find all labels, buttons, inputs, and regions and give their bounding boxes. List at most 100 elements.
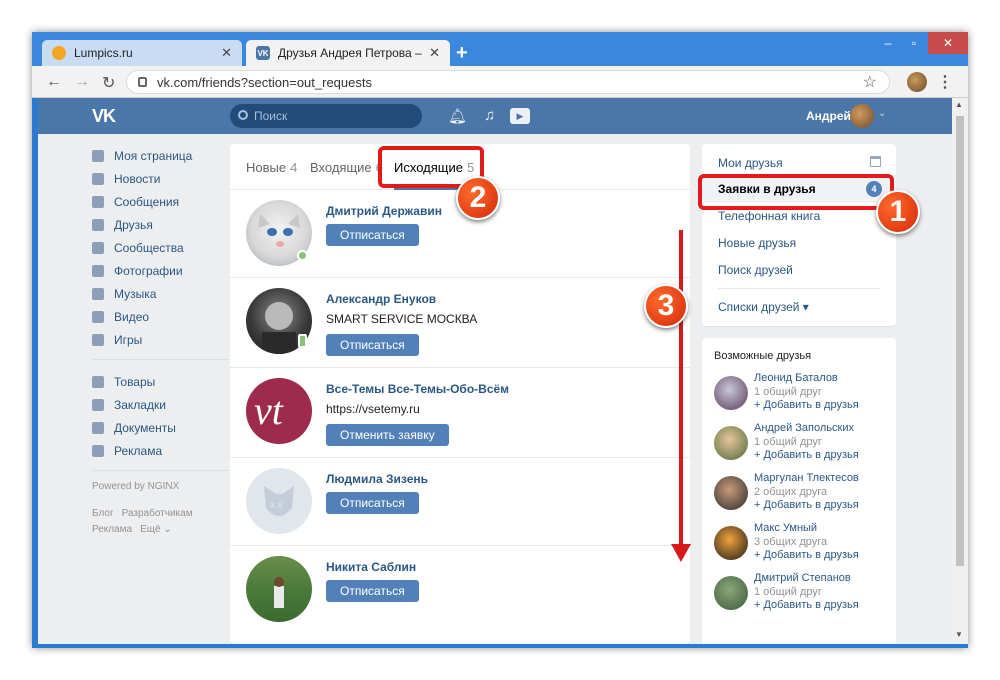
friend-name[interactable]: Дмитрий Державин	[326, 204, 442, 218]
highlight-box-requests-menu	[698, 174, 894, 210]
vk-logo[interactable]: VK	[92, 106, 116, 127]
avatar[interactable]	[714, 476, 748, 510]
footer-link-ads[interactable]: Реклама	[92, 524, 132, 535]
sidebar-item-label: Закладки	[114, 397, 166, 412]
sidebar-item-label: Сообщения	[114, 194, 180, 209]
forward-arrow-icon[interactable]: →	[74, 73, 90, 91]
avatar[interactable]	[714, 376, 748, 410]
maximize-button[interactable]: ▫	[900, 32, 928, 54]
browser-window: Lumpics.ru ✕ VK Друзья Андрея Петрова – …	[32, 32, 968, 648]
avatar[interactable]	[246, 556, 312, 622]
unsubscribe-button[interactable]: Отписаться	[326, 334, 419, 356]
scroll-down-arrow	[679, 230, 683, 548]
sidebar-item-label: Музыка	[114, 286, 157, 301]
menu-friend-lists[interactable]: Списки друзей ▾	[718, 300, 809, 314]
new-tab-button[interactable]: +	[456, 42, 468, 65]
tab-label: Входящие	[310, 160, 372, 175]
footer-link-developers[interactable]: Разработчикам	[122, 508, 193, 519]
back-arrow-icon[interactable]: ←	[46, 73, 62, 91]
tab-count: 4	[290, 160, 298, 175]
tab-label: Новые	[246, 160, 287, 175]
tab-vk-friends[interactable]: VK Друзья Андрея Петрова – 5 заяв ✕	[246, 40, 450, 66]
step-2-marker: 2	[456, 176, 500, 220]
camera-icon	[92, 264, 104, 277]
list-item: Никита Саблин Отписаться	[230, 546, 690, 634]
browser-menu-icon[interactable]: ⋮	[937, 72, 953, 92]
music-icon[interactable]: ♫	[484, 107, 495, 124]
sidebar-item-label: Новости	[114, 171, 161, 186]
menu-find-friends[interactable]: Поиск друзей	[718, 263, 793, 277]
add-friend-link[interactable]: + Добавить в друзья	[754, 599, 859, 611]
friend-name[interactable]: Александр Енуков	[326, 292, 436, 306]
add-friend-link[interactable]: + Добавить в друзья	[754, 549, 859, 561]
reload-icon[interactable]: ↻	[102, 73, 115, 93]
mutual-friends: 1 общий друг	[754, 386, 822, 398]
tab-close-icon[interactable]: ✕	[221, 45, 232, 61]
deactivated-dog-icon: x x	[264, 486, 294, 516]
friends-icon	[92, 218, 104, 231]
lumpics-favicon-icon	[52, 46, 66, 60]
video-play-icon[interactable]: ▶	[510, 108, 530, 124]
add-friend-link[interactable]: + Добавить в друзья	[754, 399, 859, 411]
user-name[interactable]: Андрей	[806, 109, 851, 123]
unsubscribe-button[interactable]: Отписаться	[326, 224, 419, 246]
menu-phonebook[interactable]: Телефонная книга	[718, 209, 820, 223]
footer-link-more[interactable]: Ещё ⌄	[140, 524, 172, 535]
tab-incoming[interactable]: Входящие 6	[310, 160, 383, 175]
mobile-status-icon	[298, 334, 307, 348]
avatar[interactable]	[714, 526, 748, 560]
calendar-icon[interactable]	[870, 156, 881, 167]
scroll-up-icon[interactable]: ▲	[955, 100, 963, 109]
minimize-button[interactable]: –	[874, 32, 902, 54]
address-bar-row: ← → ↻ vk.com/friends?section=out_request…	[32, 66, 968, 98]
menu-my-friends[interactable]: Мои друзья	[718, 156, 783, 170]
add-friend-link[interactable]: + Добавить в друзья	[754, 449, 859, 461]
footer-link-blog[interactable]: Блог	[92, 508, 114, 519]
possible-friend-name[interactable]: Макс Умный	[754, 522, 817, 534]
tab-lumpics[interactable]: Lumpics.ru ✕	[42, 40, 242, 66]
add-friend-link[interactable]: + Добавить в друзья	[754, 499, 859, 511]
scroll-down-icon[interactable]: ▼	[955, 630, 963, 639]
sidebar-item-label: Видео	[114, 309, 150, 324]
sidebar-item-label: Игры	[114, 332, 143, 347]
possible-friend-item: Андрей Запольских 1 общий друг + Добавит…	[714, 422, 894, 468]
tab-new[interactable]: Новые 4	[246, 160, 297, 175]
bookmark-star-icon[interactable]: ☆	[863, 72, 877, 92]
browser-profile-avatar[interactable]	[907, 72, 927, 92]
unsubscribe-button[interactable]: Отписаться	[326, 580, 419, 602]
friend-subtitle[interactable]: https://vsetemy.ru	[326, 402, 420, 416]
avatar[interactable]: vt	[246, 378, 312, 444]
tab-close-icon[interactable]: ✕	[429, 45, 440, 61]
possible-friend-name[interactable]: Андрей Запольских	[754, 422, 854, 434]
list-item: x x Людмила Зизень Отписаться	[230, 458, 690, 546]
search-input[interactable]: Поиск	[230, 104, 422, 128]
close-window-button[interactable]: ✕	[928, 32, 968, 54]
menu-new-friends[interactable]: Новые друзья	[718, 236, 796, 250]
unsubscribe-button[interactable]: Отписаться	[326, 492, 419, 514]
film-icon	[92, 310, 104, 323]
possible-friend-name[interactable]: Леонид Баталов	[754, 372, 838, 384]
list-item: Александр Енуков SMART SERVICE МОСКВА От…	[230, 278, 690, 368]
friend-requests-card: Новые 4 Входящие 6 Исходящие 5 Дмитрий Держ…	[230, 144, 690, 644]
bell-icon[interactable]: 🔔︎	[448, 107, 467, 125]
friend-name[interactable]: Все-Темы Все-Темы-Обо-Всём	[326, 382, 509, 396]
mutual-friends: 2 общих друга	[754, 486, 828, 498]
possible-friends-card: Возможные друзья Леонид Баталов 1 общий …	[702, 338, 896, 644]
avatar[interactable]	[714, 426, 748, 460]
document-icon	[92, 421, 104, 434]
possible-friend-name[interactable]: Дмитрий Степанов	[754, 572, 851, 584]
mutual-friends: 1 общий друг	[754, 586, 822, 598]
chevron-down-icon[interactable]: ⌄	[878, 108, 886, 119]
scrollbar-thumb[interactable]	[956, 116, 964, 566]
friend-name[interactable]: Людмила Зизень	[326, 472, 428, 486]
possible-friend-name[interactable]: Маргулан Тлектесов	[754, 472, 859, 484]
url-input[interactable]: vk.com/friends?section=out_requests ☆	[126, 70, 890, 94]
friend-subtitle: SMART SERVICE МОСКВА	[326, 312, 478, 326]
avatar[interactable]: x x	[246, 468, 312, 534]
vk-header: VK Поиск 🔔︎ ♫ ▶ Андрей ⌄	[38, 98, 952, 134]
search-icon	[238, 110, 248, 120]
avatar[interactable]	[714, 576, 748, 610]
cancel-request-button[interactable]: Отменить заявку	[326, 424, 449, 446]
friend-name[interactable]: Никита Саблин	[326, 560, 416, 574]
avatar[interactable]	[850, 104, 874, 128]
